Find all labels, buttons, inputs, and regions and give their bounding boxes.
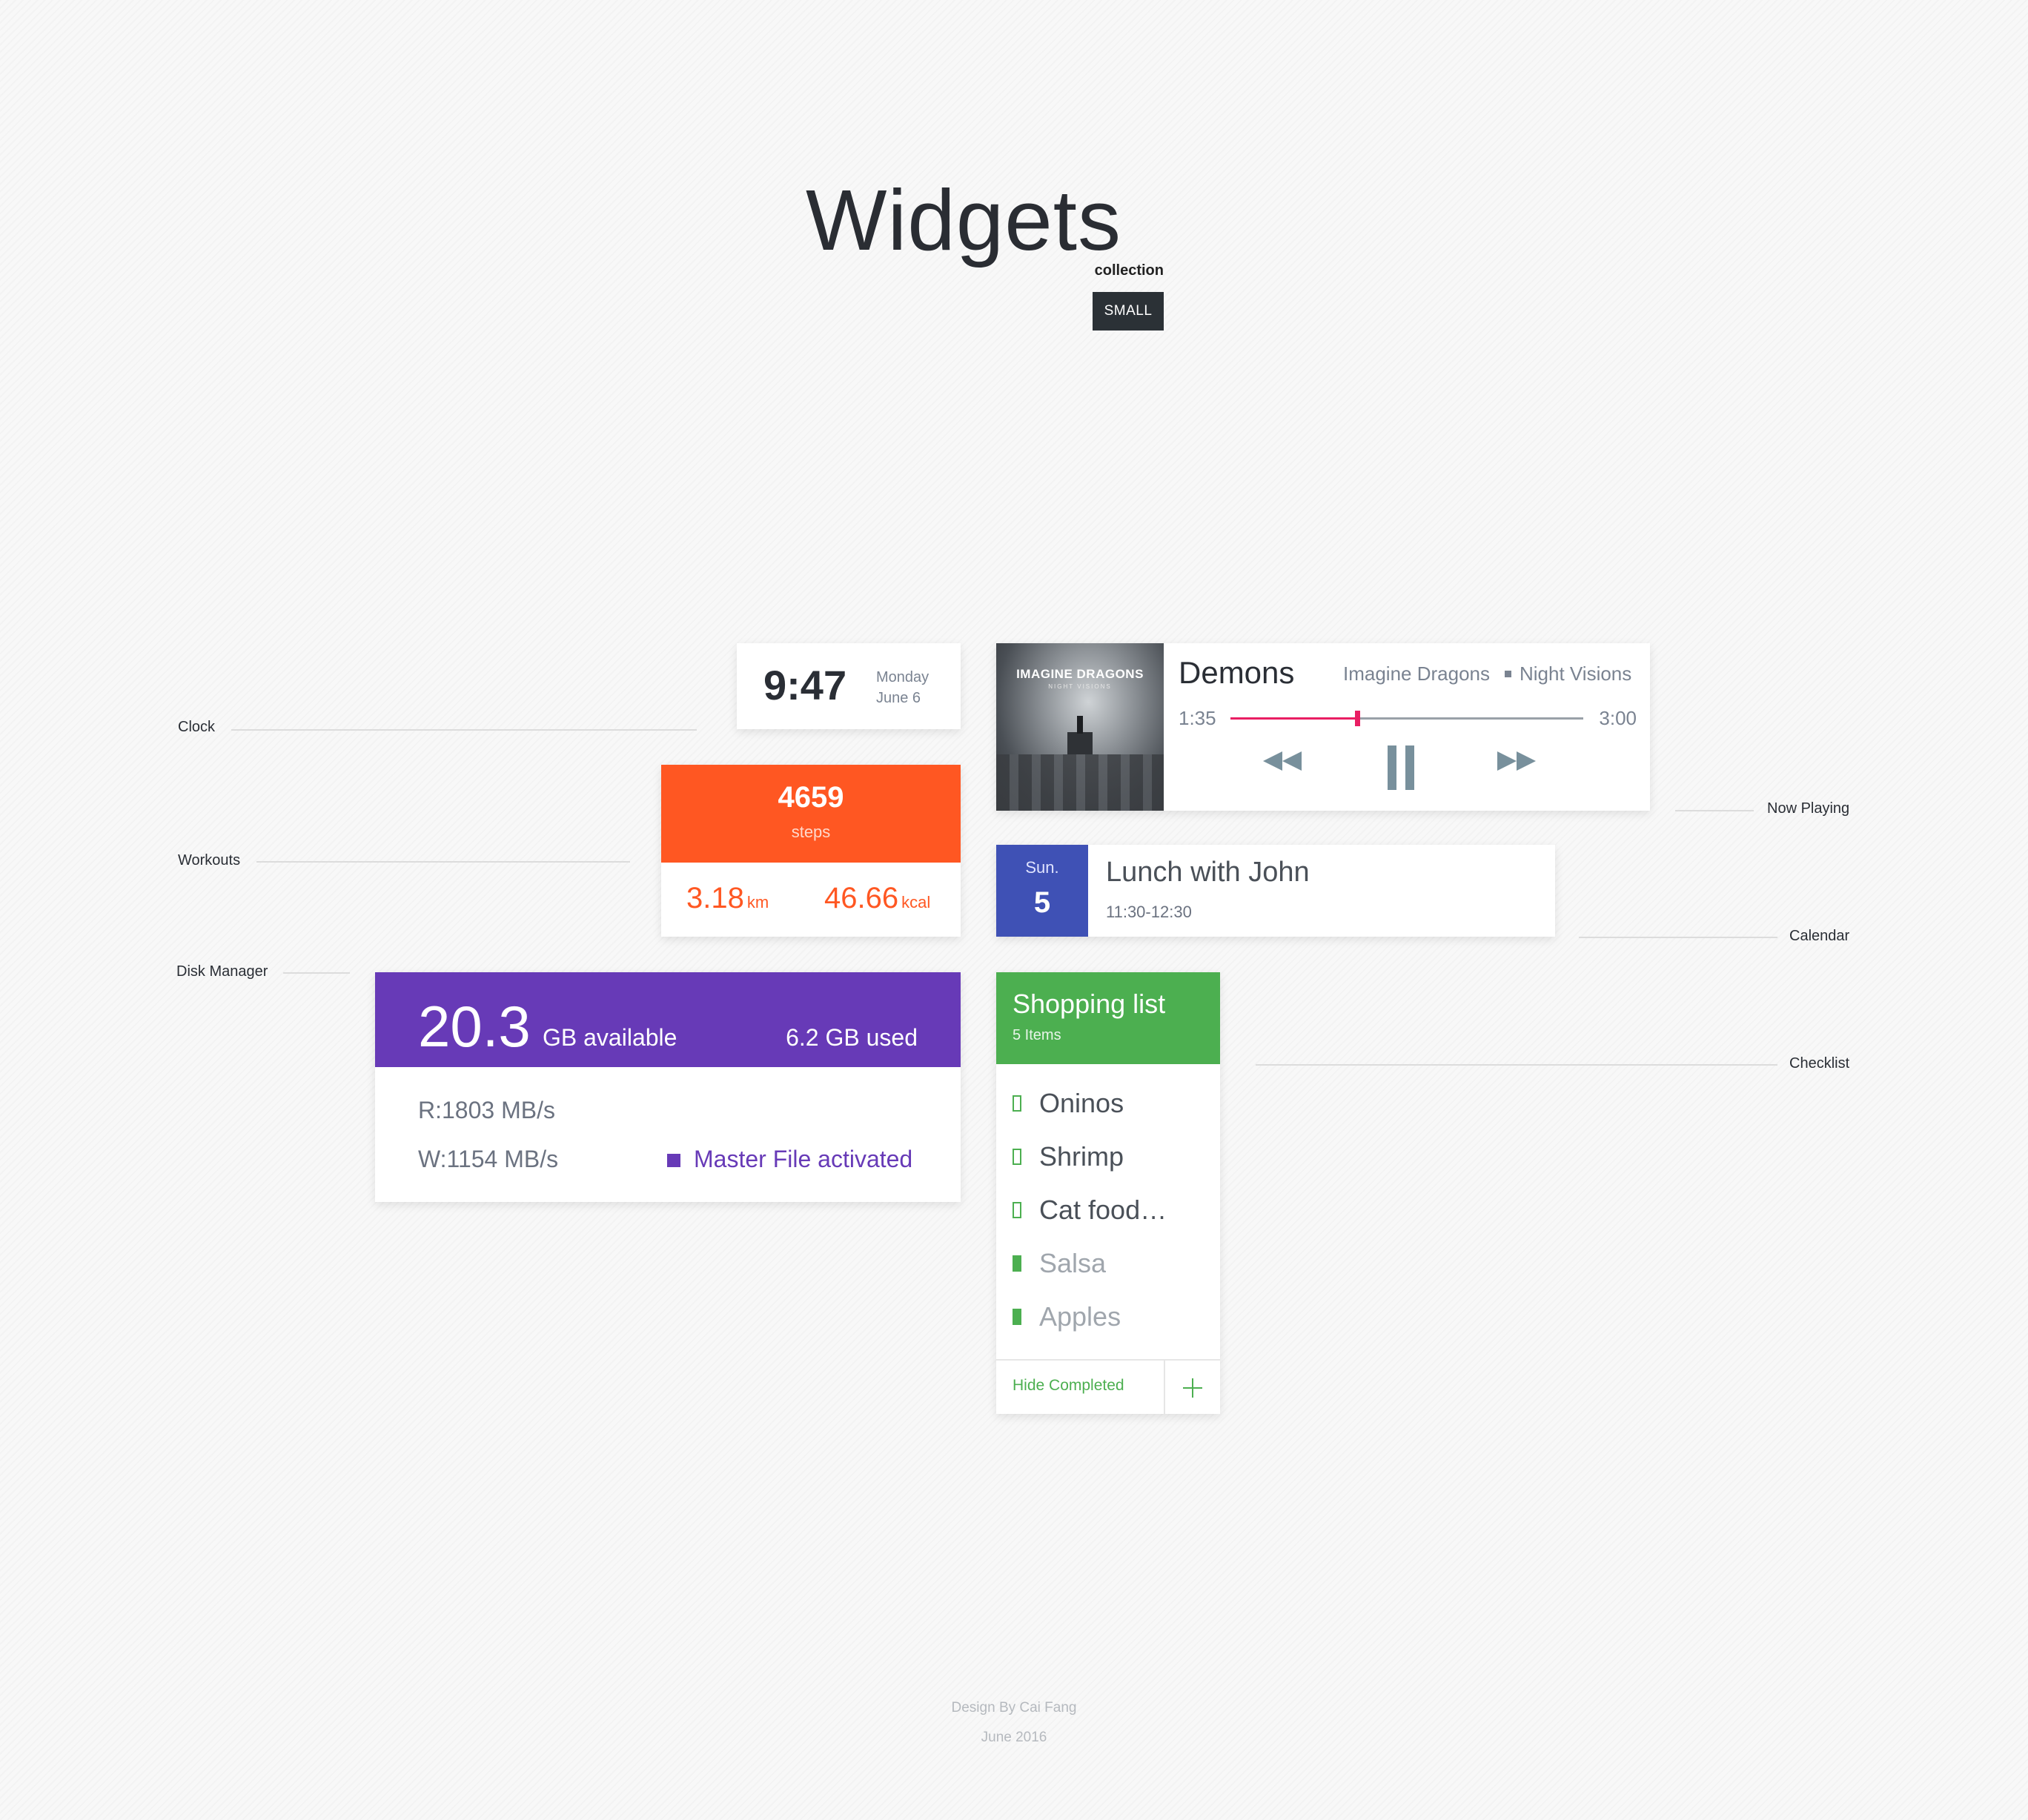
calendar-date-block: Sun. 5	[996, 845, 1088, 937]
checklist-count: 5 Items	[1013, 1027, 1061, 1043]
checklist-item-label: Oninos	[1039, 1088, 1124, 1118]
clock-leader-line	[231, 729, 697, 731]
checklist-item[interactable]: Cat food…	[1013, 1192, 1205, 1229]
checkbox-unchecked-icon[interactable]	[1013, 1095, 1021, 1112]
checklist-header: Shopping list 5 Items	[996, 972, 1220, 1064]
checklist-item-label: Shrimp	[1039, 1141, 1124, 1172]
disk-available-label: GB available	[543, 1024, 677, 1051]
plus-icon	[1183, 1378, 1202, 1398]
album-art-subtitle: NIGHT VISIONS	[1048, 683, 1112, 690]
checklist-leader-line	[1256, 1064, 1777, 1066]
master-file-status[interactable]: Master File activated	[694, 1146, 912, 1173]
checklist-item-label: Salsa	[1039, 1248, 1107, 1278]
now-playing-widget: IMAGINE DRAGONS NIGHT VISIONS Demons Ima…	[996, 643, 1650, 811]
now-playing-leader-line	[1675, 810, 1754, 811]
page-subtitle: collection	[1094, 262, 1164, 279]
checklist-item-label: Apples	[1039, 1301, 1121, 1332]
page-title: Widgets	[805, 172, 1122, 268]
checkbox-unchecked-icon[interactable]	[1013, 1149, 1021, 1165]
checkbox-checked-icon[interactable]	[1013, 1255, 1021, 1272]
album-art-floor	[996, 754, 1164, 811]
distance-stat: 3.18 km	[686, 882, 769, 915]
checklist-item[interactable]: Salsa	[1013, 1245, 1205, 1282]
clock-label: Clock	[178, 719, 216, 735]
disk-manager-leader-line	[283, 972, 350, 974]
time-elapsed: 1:35	[1179, 707, 1216, 729]
pause-icon	[1388, 745, 1414, 790]
clock-widget: 9:47 Monday June 6	[737, 643, 961, 729]
calendar-event-time: 11:30-12:30	[1106, 903, 1192, 921]
checklist-item[interactable]: Oninos	[1013, 1085, 1205, 1122]
disk-header: 20.3 GB available 6.2 GB used	[375, 972, 961, 1067]
calendar-weekday: Sun.	[1025, 858, 1059, 877]
progress-track[interactable]	[1230, 711, 1583, 726]
workouts-header: 4659 steps	[661, 765, 961, 863]
design-credit: Design By Cai Fang	[951, 1700, 1077, 1716]
progress-fill	[1230, 717, 1358, 720]
distance-value: 3.18	[686, 882, 744, 914]
album-art: IMAGINE DRAGONS NIGHT VISIONS	[996, 643, 1164, 811]
checklist-title: Shopping list	[1013, 989, 1166, 1019]
time-total: 3:00	[1599, 707, 1637, 729]
clock-date-text: June 6	[876, 690, 921, 706]
rewind-button[interactable]	[1260, 748, 1305, 777]
separator-dot-icon	[1505, 671, 1511, 677]
pause-button[interactable]	[1386, 744, 1416, 795]
checkbox-unchecked-icon[interactable]	[1013, 1202, 1021, 1218]
disk-available-value: 20.3	[418, 994, 531, 1059]
calendar-day-number: 5	[1033, 886, 1051, 919]
checklist-item[interactable]: Apples	[1013, 1298, 1205, 1335]
calories-stat: 46.66 kcal	[824, 882, 930, 915]
workouts-label: Workouts	[178, 852, 241, 869]
disk-read-speed: R:1803 MB/s	[418, 1097, 555, 1123]
hide-completed-button[interactable]: Hide Completed	[1013, 1377, 1124, 1395]
add-item-button[interactable]	[1165, 1361, 1220, 1415]
design-date: June 2016	[981, 1730, 1047, 1745]
calories-unit: kcal	[901, 893, 931, 911]
distance-unit: km	[746, 893, 769, 911]
song-album: Night Visions	[1520, 662, 1632, 685]
disk-write-speed: W:1154 MB/s	[418, 1146, 559, 1172]
size-badge[interactable]: SMALL	[1093, 292, 1164, 331]
album-art-figure	[1077, 716, 1083, 734]
progress-thumb[interactable]	[1355, 711, 1361, 726]
checklist-item-label: Cat food…	[1039, 1195, 1167, 1225]
master-file-bullet-icon	[667, 1154, 680, 1167]
checkbox-checked-icon[interactable]	[1013, 1309, 1021, 1325]
checklist-item[interactable]: Shrimp	[1013, 1138, 1205, 1175]
calories-value: 46.66	[824, 882, 899, 914]
disk-manager-label: Disk Manager	[176, 963, 268, 980]
calendar-label: Calendar	[1789, 928, 1850, 944]
rewind-icon	[1263, 751, 1302, 771]
song-artist: Imagine Dragons	[1343, 662, 1490, 685]
fast-forward-button[interactable]	[1494, 748, 1539, 777]
clock-date: Monday June 6	[876, 667, 929, 708]
calendar-event-title: Lunch with John	[1106, 857, 1310, 888]
checklist-label: Checklist	[1789, 1055, 1850, 1072]
workouts-widget: 4659 steps 3.18 km 46.66 kcal	[661, 765, 961, 937]
calendar-leader-line	[1579, 937, 1777, 938]
disk-manager-widget: 20.3 GB available 6.2 GB used R:1803 MB/…	[375, 972, 961, 1202]
disk-used: 6.2 GB used	[786, 1024, 918, 1051]
steps-label: steps	[791, 823, 831, 841]
album-art-title: IMAGINE DRAGONS	[1016, 667, 1144, 681]
workouts-leader-line	[256, 861, 630, 863]
calendar-widget[interactable]: Sun. 5 Lunch with John 11:30-12:30	[996, 845, 1555, 937]
song-title: Demons	[1179, 655, 1295, 690]
steps-value: 4659	[778, 781, 844, 814]
fast-forward-icon	[1497, 751, 1536, 771]
now-playing-label: Now Playing	[1767, 800, 1850, 817]
checklist-widget: Shopping list 5 Items Oninos Shrimp Cat …	[996, 972, 1220, 1415]
clock-weekday: Monday	[876, 669, 930, 685]
album-art-pedestal	[1067, 732, 1093, 754]
checklist-footer: Hide Completed	[996, 1359, 1220, 1415]
clock-time: 9:47	[763, 662, 847, 708]
